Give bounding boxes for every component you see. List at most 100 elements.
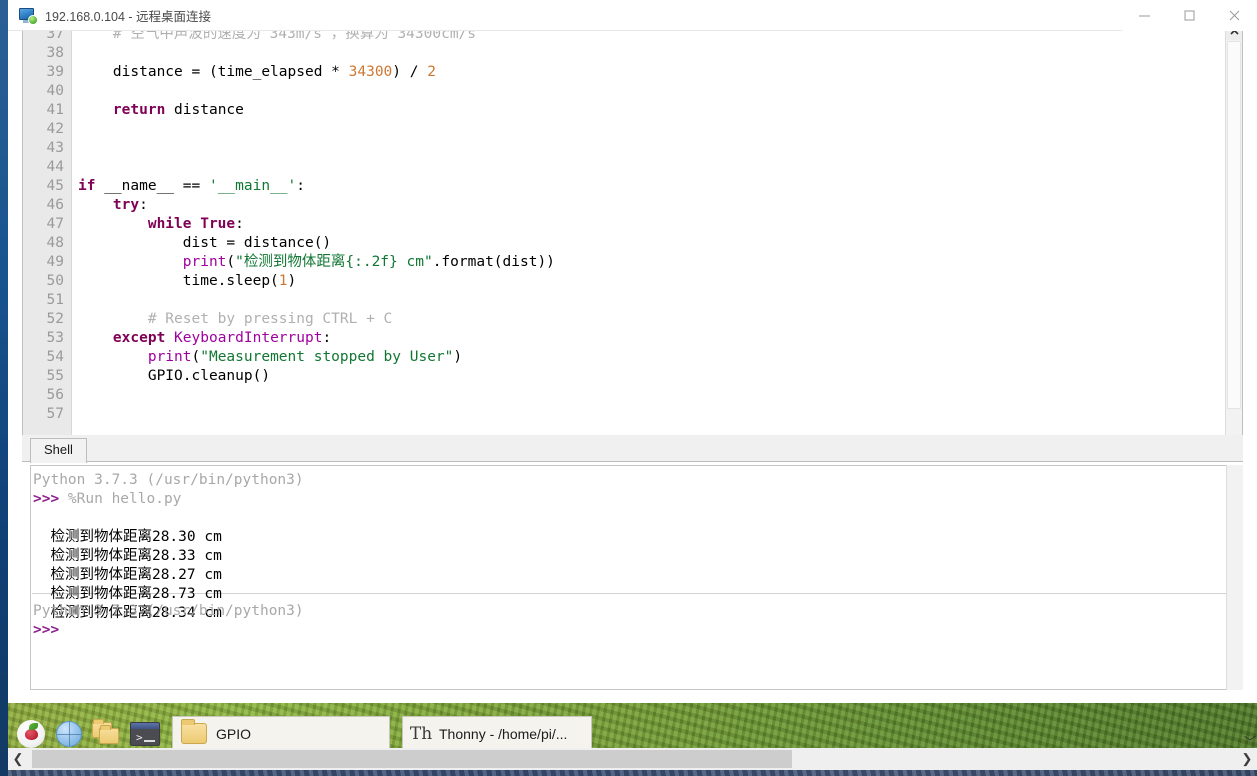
- shell-line: Python 3.7.3 (/usr/bin/python3): [33, 602, 304, 621]
- editor-scrollbar-thumb[interactable]: [1227, 41, 1241, 409]
- code-line[interactable]: dist = distance(): [78, 234, 331, 253]
- code-line[interactable]: print("Measurement stopped by User"): [78, 348, 462, 367]
- code-editor-pane[interactable]: 37 38 39 40 41 42 43 44 45 46 47 48 49 50 51 52 53 54 55 56…: [22, 31, 1243, 459]
- shell-line: Python 3.7.3 (/usr/bin/python3): [33, 471, 304, 490]
- code-line[interactable]: # Reset by pressing CTRL + C: [78, 310, 392, 329]
- taskbar-task-thonny[interactable]: Th Thonny - /home/pi/...: [402, 716, 592, 751]
- line-number: 49: [46, 254, 64, 270]
- code-token: "Measurement stopped by User": [200, 349, 454, 365]
- code-token: :: [322, 330, 332, 346]
- thonny-icon: Th: [409, 723, 433, 744]
- line-number: 47: [46, 216, 64, 232]
- terminal-icon[interactable]: >: [128, 717, 162, 751]
- line-number: 52: [46, 311, 64, 327]
- code-line[interactable]: while True:: [78, 215, 244, 234]
- line-number: 51: [46, 292, 64, 308]
- code-line[interactable]: try:: [78, 196, 148, 215]
- code-token: print: [182, 254, 227, 270]
- code-token: 1: [278, 273, 288, 289]
- minimize-button[interactable]: [1122, 0, 1167, 31]
- shell-token: Python 3.7.3 (/usr/bin/python3): [33, 472, 304, 488]
- code-token: __name__ ==: [95, 178, 209, 194]
- editor-gutter: 37 38 39 40 41 42 43 44 45 46 47 48 49 50 51 52 53 54 55 56…: [23, 31, 72, 458]
- chevron-down-icon[interactable]: ﹀: [1244, 733, 1256, 750]
- shell-token: 检测到物体距离28.33 cm: [33, 548, 222, 564]
- code-token: ): [453, 349, 463, 365]
- code-token: '__main__': [208, 178, 297, 194]
- taskbar-task-thonny-label: Thonny - /home/pi/...: [439, 725, 568, 742]
- code-token: distance = (time_elapsed *: [78, 64, 349, 80]
- code-token: ) /: [392, 64, 428, 80]
- editor-code-area[interactable]: # 空气中声波的速度为 343m/s ，换算为 34300cm/s distan…: [73, 31, 1242, 458]
- line-number: 45: [46, 178, 64, 194]
- shell-pane[interactable]: Shell Python 3.7.3 (/usr/bin/python3) >>>…: [22, 435, 1243, 705]
- shell-output-area[interactable]: Python 3.7.3 (/usr/bin/python3) >>> %Run …: [30, 465, 1243, 690]
- remote-desktop-viewport[interactable]: 37 38 39 40 41 42 43 44 45 46 47 48 49 50 51 52 53 54 55 56…: [8, 31, 1257, 776]
- shell-line: 检测到物体距离28.30 cm: [33, 528, 222, 547]
- horizontal-scrollbar[interactable]: ❮ ❯: [8, 748, 1257, 770]
- code-token: :: [139, 197, 148, 213]
- code-token: # 空气中声波的速度为 343m/s ，换算为 34300cm/s: [78, 31, 477, 42]
- line-number: 41: [46, 102, 64, 118]
- web-browser-icon[interactable]: [52, 717, 86, 751]
- code-token: (: [226, 254, 236, 270]
- code-line[interactable]: print("检测到物体距离{:.2f} cm".format(dist)): [78, 253, 555, 272]
- line-number: 40: [46, 83, 64, 99]
- code-token: dist = distance(): [78, 235, 332, 251]
- editor-vertical-scrollbar[interactable]: [1225, 31, 1242, 458]
- window-titlebar: 192.168.0.104 - 远程桌面连接: [8, 0, 1257, 31]
- shell-token: 检测到物体距离28.27 cm: [33, 567, 222, 583]
- line-number: 57: [46, 406, 64, 422]
- code-token: (: [191, 349, 201, 365]
- code-line[interactable]: except KeyboardInterrupt:: [78, 329, 331, 348]
- shell-token: 检测到物体距离28.73 cm: [33, 586, 222, 602]
- code-token: time.sleep(: [78, 273, 279, 289]
- horizontal-scrollbar-track[interactable]: [28, 748, 1237, 770]
- maximize-button[interactable]: [1167, 0, 1212, 31]
- code-token: :: [296, 178, 306, 194]
- line-number: 38: [46, 45, 64, 61]
- code-token: while True: [147, 216, 236, 232]
- remote-desktop-icon: [19, 7, 38, 25]
- window-title: 192.168.0.104 - 远程桌面连接: [45, 9, 212, 24]
- code-token: GPIO.cleanup(): [78, 368, 271, 384]
- line-number: 53: [46, 330, 64, 346]
- line-number: 48: [46, 235, 64, 251]
- shell-token: >>>: [33, 622, 60, 638]
- line-number: 44: [46, 159, 64, 175]
- raspberry-menu-icon[interactable]: [14, 717, 48, 751]
- shell-token: 检测到物体距离28.30 cm: [33, 529, 222, 545]
- line-number: 43: [46, 140, 64, 156]
- taskbar-task-gpio[interactable]: GPIO: [172, 716, 390, 751]
- folder-icon: [181, 719, 207, 744]
- code-line[interactable]: GPIO.cleanup(): [78, 367, 270, 386]
- window-controls: [1122, 0, 1257, 31]
- code-line[interactable]: if __name__ == '__main__':: [78, 177, 305, 196]
- tab-shell[interactable]: Shell: [30, 438, 87, 463]
- scroll-right-arrow-icon[interactable]: ❯: [1237, 748, 1257, 770]
- scroll-up-arrow-icon[interactable]: [1226, 31, 1242, 40]
- shell-line: 检测到物体距离28.27 cm: [33, 566, 222, 585]
- line-number: 37: [46, 31, 64, 42]
- code-token: "检测到物体距离{:.2f} cm": [235, 254, 433, 270]
- code-token: try: [112, 197, 140, 213]
- code-line[interactable]: distance = (time_elapsed * 34300) / 2: [78, 63, 436, 82]
- file-manager-icon[interactable]: [90, 717, 124, 751]
- code-line[interactable]: # 空气中声波的速度为 343m/s ，换算为 34300cm/s: [78, 31, 476, 44]
- shell-line[interactable]: >>>: [33, 621, 59, 640]
- close-button[interactable]: [1212, 0, 1257, 31]
- scroll-left-arrow-icon[interactable]: ❮: [8, 748, 28, 770]
- code-line[interactable]: time.sleep(1): [78, 272, 297, 291]
- shell-vertical-scrollbar[interactable]: [1226, 465, 1243, 690]
- code-line[interactable]: return distance: [78, 101, 244, 120]
- shell-line: >>> %Run hello.py: [33, 490, 181, 509]
- line-number: 50: [46, 273, 64, 289]
- line-number: 42: [46, 121, 64, 137]
- horizontal-scrollbar-thumb[interactable]: [32, 750, 792, 768]
